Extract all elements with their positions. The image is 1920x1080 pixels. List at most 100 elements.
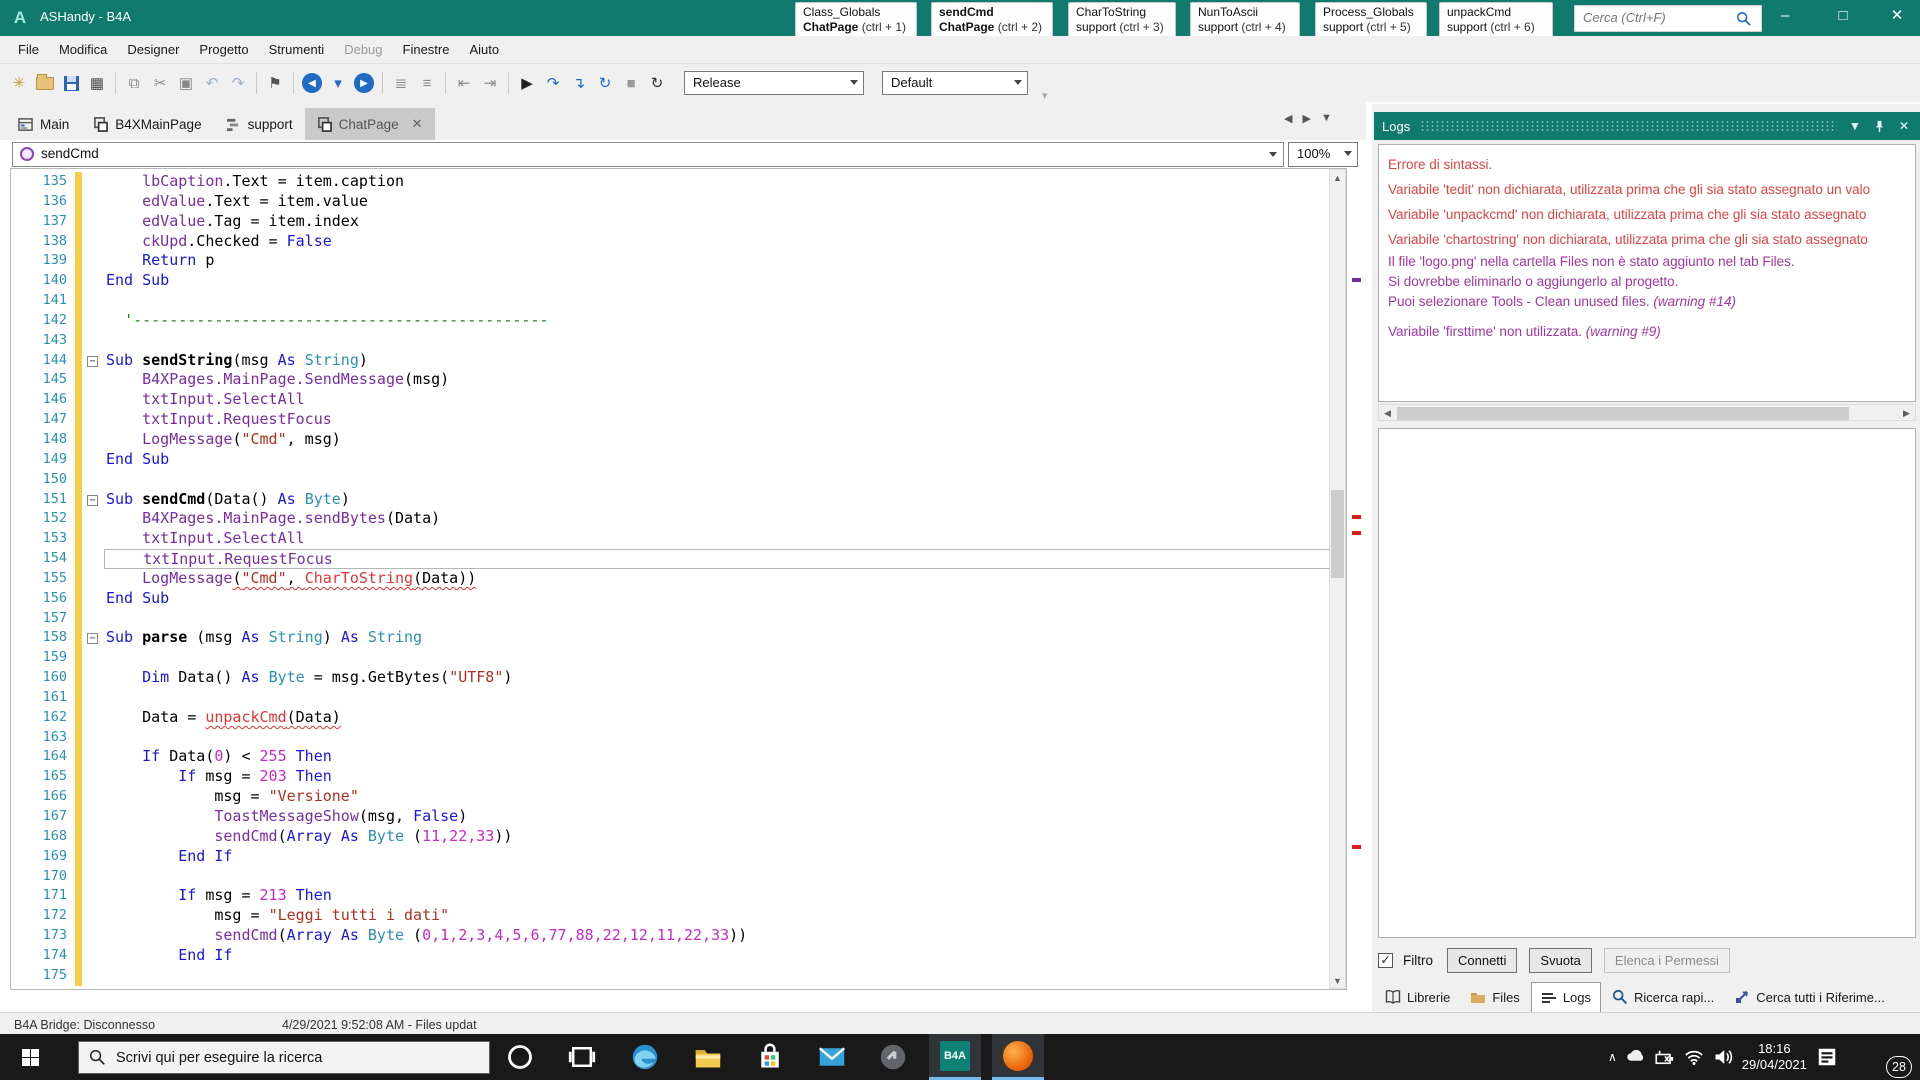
store-icon[interactable] <box>744 1034 796 1080</box>
uncomment-icon[interactable]: ≡ <box>415 71 439 95</box>
code-line[interactable]: 164 If Data(0) < 255 Then <box>11 747 1346 767</box>
cut-icon[interactable]: ✂ <box>148 71 172 95</box>
editor-vscroll-thumb[interactable] <box>1331 490 1344 578</box>
edge-icon[interactable] <box>619 1034 671 1080</box>
indent-icon[interactable]: ⇥ <box>478 71 502 95</box>
code-line[interactable]: 135 lbCaption.Text = item.caption <box>11 172 1346 192</box>
code-line[interactable]: 165 If msg = 203 Then <box>11 767 1346 787</box>
menu-item-aiuto[interactable]: Aiuto <box>459 37 509 62</box>
code-line[interactable]: 161 <box>11 688 1346 708</box>
nav-back-icon[interactable]: ◀ <box>300 71 324 95</box>
clean-icon[interactable]: ↻ <box>645 71 669 95</box>
tab-scroll-right-icon[interactable]: ▶ <box>1302 112 1310 125</box>
close-button[interactable]: ✕ <box>1874 0 1920 32</box>
menu-item-debug[interactable]: Debug <box>334 37 392 62</box>
nav-back-dropdown-icon[interactable]: ▾ <box>326 71 350 95</box>
doc-tab-support[interactable]: support <box>214 108 305 140</box>
doc-tab-main[interactable]: Main <box>6 108 81 140</box>
connetti-button[interactable]: Connetti <box>1447 948 1517 973</box>
code-line[interactable]: 173 sendCmd(Array As Byte (0,1,2,3,4,5,6… <box>11 926 1346 946</box>
find-in-files-icon[interactable]: ▦ <box>85 71 109 95</box>
restart-icon[interactable]: ↻ <box>593 71 617 95</box>
run-icon[interactable]: ▶ <box>515 71 539 95</box>
menu-item-modifica[interactable]: Modifica <box>49 37 117 62</box>
code-line[interactable]: 167 ToastMessageShow(msg, False) <box>11 807 1346 827</box>
quick-sub-tab[interactable]: sendCmdChatPage (ctrl + 2) <box>931 2 1053 38</box>
code-line[interactable]: 136 edValue.Text = item.value <box>11 192 1346 212</box>
code-line[interactable]: 154 txtInput.RequestFocus <box>11 549 1346 569</box>
build-configuration-combo[interactable]: Release <box>684 71 864 95</box>
b4a-app-icon[interactable]: B4A <box>929 1034 981 1080</box>
menu-item-strumenti[interactable]: Strumenti <box>259 37 335 62</box>
toolbar-overflow-icon[interactable]: ▾ <box>1042 89 1048 102</box>
log-hscrollbar[interactable]: ◀ ▶ <box>1378 404 1916 421</box>
code-line[interactable]: 140End Sub <box>11 271 1346 291</box>
code-line[interactable]: 174 End If <box>11 946 1346 966</box>
tray-clock[interactable]: 18:1629/04/2021 <box>1742 1041 1807 1073</box>
code-line[interactable]: 157 <box>11 609 1346 629</box>
copy-icon[interactable]: ⧉ <box>122 71 146 95</box>
step-icon[interactable]: ↴ <box>567 71 591 95</box>
zoom-combo[interactable]: 100% <box>1288 142 1358 167</box>
code-line[interactable]: 146 txtInput.SelectAll <box>11 390 1346 410</box>
doc-tab-b4xmainpage[interactable]: B4XMainPage <box>81 108 213 140</box>
redo-icon[interactable]: ↷ <box>226 71 250 95</box>
quick-sub-tab[interactable]: NunToAsciisupport (ctrl + 4) <box>1190 2 1300 38</box>
code-line[interactable]: 147 txtInput.RequestFocus <box>11 410 1346 430</box>
save-icon[interactable] <box>59 71 83 95</box>
log-entry[interactable]: Si dovrebbe eliminarlo o aggiungerlo al … <box>1388 272 1915 292</box>
code-line[interactable]: 171 If msg = 213 Then <box>11 886 1346 906</box>
svuota-button[interactable]: Svuota <box>1529 948 1591 973</box>
menu-item-progetto[interactable]: Progetto <box>189 37 258 62</box>
code-line[interactable]: 163 <box>11 728 1346 748</box>
log-entry[interactable]: Variabile 'chartostring' non dichiarata,… <box>1388 227 1915 252</box>
code-line[interactable]: 153 txtInput.SelectAll <box>11 529 1346 549</box>
code-line[interactable]: 145 B4XPages.MainPage.SendMessage(msg) <box>11 370 1346 390</box>
undo-icon[interactable]: ↶ <box>200 71 224 95</box>
fold-collapse-icon[interactable]: − <box>87 633 98 644</box>
maximize-button[interactable]: □ <box>1820 0 1866 32</box>
code-line[interactable]: 142 '-----------------------------------… <box>11 311 1346 331</box>
ide-search-input[interactable]: Cerca (Ctrl+F) <box>1574 5 1762 32</box>
orange-app-icon[interactable] <box>992 1034 1044 1080</box>
start-button[interactable] <box>0 1034 60 1080</box>
pin-icon[interactable] <box>1873 120 1886 133</box>
code-line[interactable]: 175 <box>11 966 1346 986</box>
scroll-down-icon[interactable]: ▼ <box>1330 973 1345 990</box>
code-line[interactable]: 148 LogMessage("Cmd", msg) <box>11 430 1346 450</box>
log-entry[interactable]: Variabile 'firsttime' non utilizzata. (w… <box>1388 322 1915 342</box>
quick-sub-tab[interactable]: Class_GlobalsChatPage (ctrl + 1) <box>795 2 917 38</box>
bookmark-icon[interactable]: ⚑ <box>263 71 287 95</box>
onedrive-cloud-icon[interactable] <box>1626 1047 1646 1067</box>
battery-status-icon[interactable] <box>1655 1047 1675 1067</box>
code-line[interactable]: 172 msg = "Leggi tutti i dati" <box>11 906 1346 926</box>
logs-panel-header[interactable]: Logs ▼ ✕ <box>1374 112 1920 140</box>
paste-icon[interactable]: ▣ <box>174 71 198 95</box>
log-hscroll-thumb[interactable] <box>1397 407 1849 420</box>
code-line[interactable]: 155 LogMessage("Cmd", CharToString(Data)… <box>11 569 1346 589</box>
code-editor[interactable]: 135 lbCaption.Text = item.caption136 edV… <box>10 168 1347 990</box>
layout-variant-combo[interactable]: Default <box>882 71 1028 95</box>
code-line[interactable]: 141 <box>11 291 1346 311</box>
menu-item-file[interactable]: File <box>8 37 49 62</box>
panel-close-icon[interactable]: ✕ <box>1896 119 1912 133</box>
quick-sub-tab[interactable]: Process_Globalssupport (ctrl + 5) <box>1315 2 1427 38</box>
tray-expand-icon[interactable]: ∧ <box>1608 1050 1617 1064</box>
code-line[interactable]: 170 <box>11 867 1346 887</box>
code-line[interactable]: 156End Sub <box>11 589 1346 609</box>
tab-list-dropdown-icon[interactable]: ▼ <box>1321 112 1332 125</box>
log-entry[interactable]: Il file 'logo.png' nella cartella Files … <box>1388 252 1915 272</box>
panel-tab-logs[interactable]: Logs <box>1531 982 1601 1012</box>
explorer-icon[interactable] <box>682 1034 734 1080</box>
cortana-icon[interactable] <box>494 1034 546 1080</box>
menu-item-finestre[interactable]: Finestre <box>393 37 460 62</box>
outdent-icon[interactable]: ⇤ <box>452 71 476 95</box>
taskbar-search-input[interactable]: Scrivi qui per eseguire la ricerca <box>78 1041 490 1074</box>
quick-sub-tab[interactable]: unpackCmdsupport (ctrl + 6) <box>1439 2 1553 38</box>
tab-scroll-arrows[interactable]: ◀▶▼ <box>1284 112 1332 125</box>
tab-close-icon[interactable]: ✕ <box>412 116 423 132</box>
code-line[interactable]: 159 <box>11 648 1346 668</box>
notification-count-badge[interactable]: 28 <box>1886 1056 1912 1078</box>
open-project-icon[interactable] <box>33 71 57 95</box>
scroll-up-icon[interactable]: ▲ <box>1330 170 1345 187</box>
